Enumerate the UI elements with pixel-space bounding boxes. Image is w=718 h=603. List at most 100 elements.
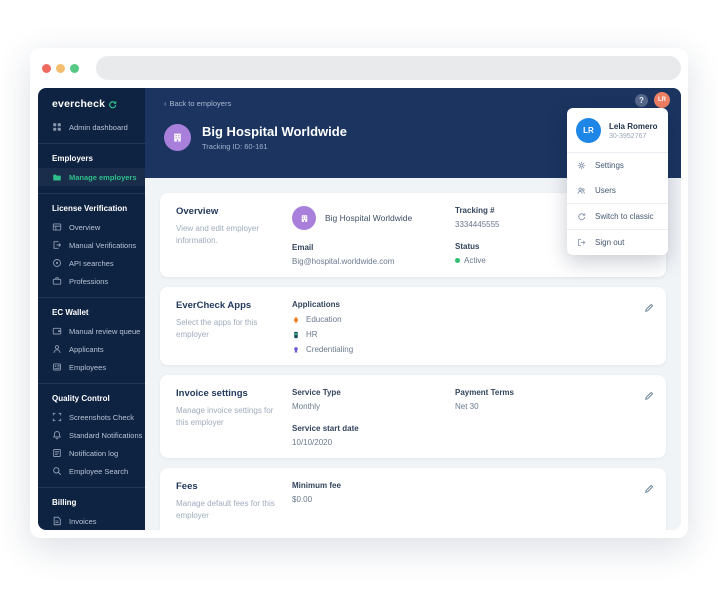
- apps-card: EverCheck Apps Select the apps for this …: [160, 287, 666, 365]
- switch-refresh-icon: [577, 212, 586, 221]
- menu-item-sign-out[interactable]: Sign out: [567, 230, 668, 255]
- users-icon: [577, 186, 586, 195]
- sidebar-item-applicants[interactable]: Applicants: [38, 340, 145, 358]
- sidebar-item-label: Employee Search: [69, 467, 128, 476]
- help-icon[interactable]: ?: [635, 94, 648, 107]
- edit-fees-button[interactable]: [644, 481, 654, 530]
- edit-invoice-button[interactable]: [644, 388, 654, 447]
- app-label: Credentialing: [306, 345, 353, 354]
- invoice-card-right: Payment Terms Net 30: [455, 388, 640, 447]
- page-canvas: evercheck Admin dashboard: [0, 0, 718, 603]
- sidebar-section-employers: Employers Manage employers: [38, 143, 145, 186]
- sidebar-item-standard-notifications[interactable]: Standard Notifications: [38, 426, 145, 444]
- menu-item-users[interactable]: Users: [567, 178, 668, 203]
- pencil-icon: [644, 303, 654, 313]
- sidebar-item-admin-dashboard[interactable]: Admin dashboard: [38, 118, 145, 136]
- service-start-date-field: Service start date 10/10/2020: [292, 424, 455, 447]
- card-title: EverCheck Apps: [176, 300, 292, 311]
- overview-card-left: Overview View and edit employer informat…: [176, 206, 292, 266]
- overview-card-middle: Big Hospital Worldwide Email Big@hospita…: [292, 206, 455, 266]
- page-title: Big Hospital Worldwide: [202, 124, 347, 139]
- menu-item-settings[interactable]: Settings: [567, 153, 668, 178]
- app-label: Education: [306, 315, 342, 324]
- wallet-icon: [52, 326, 62, 336]
- section-label: Employers: [38, 150, 145, 168]
- menu-item-switch-to-classic[interactable]: Switch to classic: [567, 204, 668, 229]
- invoice-settings-card: Invoice settings Manage invoice settings…: [160, 375, 666, 458]
- payment-terms-field: Payment Terms Net 30: [455, 388, 640, 411]
- user-dropdown-menu: LR Lela Romero 30-3952767 Settings: [567, 108, 668, 255]
- edit-apps-button[interactable]: [644, 300, 654, 354]
- pencil-icon: [644, 391, 654, 401]
- section-label: EC Wallet: [38, 304, 145, 322]
- service-type-field: Service Type Monthly: [292, 388, 455, 411]
- app-label: HR: [306, 330, 318, 339]
- sidebar-section-quality-control: Quality Control Screenshots Check Standa…: [38, 383, 145, 480]
- menu-item-label: Sign out: [595, 238, 624, 247]
- sidebar-item-professions[interactable]: Professions: [38, 272, 145, 290]
- sidebar-item-label: Notification log: [69, 449, 118, 458]
- briefcase-icon: [52, 276, 62, 286]
- sidebar-item-employee-search[interactable]: Employee Search: [38, 462, 145, 480]
- fees-card-left: Fees Manage default fees for this employ…: [176, 481, 292, 530]
- exit-door-icon: [52, 240, 62, 250]
- sidebar-item-manual-verifications[interactable]: Manual Verifications: [38, 236, 145, 254]
- building-icon: [299, 213, 310, 224]
- card-description: Manage default fees for this employer: [176, 498, 276, 523]
- refresh-icon: [108, 100, 117, 109]
- sidebar-item-employees[interactable]: Employees: [38, 358, 145, 376]
- tracking-id: Tracking ID: 60-161: [202, 142, 347, 151]
- building-icon: [171, 131, 184, 144]
- app-item-hr: HR: [292, 330, 455, 339]
- apps-card-middle: Applications Education: [292, 300, 455, 354]
- user-avatar-button[interactable]: LR: [654, 92, 670, 108]
- apps-card-left: EverCheck Apps Select the apps for this …: [176, 300, 292, 354]
- card-description: View and edit employer information.: [176, 223, 276, 248]
- field-label: Service start date: [292, 424, 455, 433]
- url-bar[interactable]: [96, 56, 681, 80]
- field-label: Minimum fee: [292, 481, 455, 490]
- invoice-card-middle: Service Type Monthly Service start date …: [292, 388, 455, 447]
- card-title: Fees: [176, 481, 292, 492]
- applications-label: Applications: [292, 300, 455, 309]
- sidebar-section-ec-wallet: EC Wallet Manual review queue A: [38, 297, 145, 376]
- screenshot-icon: [52, 412, 62, 422]
- chevron-left-icon: ‹: [164, 99, 167, 108]
- field-value: 10/10/2020: [292, 438, 455, 447]
- search-icon: [52, 466, 62, 476]
- app-frame: evercheck Admin dashboard: [38, 88, 681, 530]
- sidebar-item-invoices[interactable]: Invoices: [38, 512, 145, 530]
- field-value: $0.00: [292, 495, 455, 504]
- traffic-light-minimize[interactable]: [56, 64, 65, 73]
- back-to-employers-link[interactable]: ‹Back to employers: [164, 99, 231, 108]
- sidebar-item-api-searches[interactable]: API searches: [38, 254, 145, 272]
- sidebar-item-label: Manual review queue: [69, 327, 140, 336]
- user-menu-header: LR Lela Romero 30-3952767: [567, 108, 668, 152]
- hr-badge-icon: [292, 331, 300, 339]
- app-item-education: Education: [292, 315, 455, 324]
- sidebar-item-label: Invoices: [69, 517, 97, 526]
- field-label: Service Type: [292, 388, 455, 397]
- traffic-light-close[interactable]: [42, 64, 51, 73]
- traffic-light-zoom[interactable]: [70, 64, 79, 73]
- field-value: Monthly: [292, 402, 455, 411]
- sidebar-item-label: Screenshots Check: [69, 413, 134, 422]
- sidebar-item-label: Professions: [69, 277, 108, 286]
- folder-icon: [52, 172, 62, 182]
- gear-icon: [577, 161, 586, 170]
- status-dot-icon: [455, 258, 460, 263]
- sidebar-item-overview[interactable]: Overview: [38, 218, 145, 236]
- browser-window: evercheck Admin dashboard: [30, 48, 688, 538]
- invoice-card-left: Invoice settings Manage invoice settings…: [176, 388, 292, 447]
- sidebar-item-label: API searches: [69, 259, 114, 268]
- education-flame-icon: [292, 316, 300, 324]
- sidebar-item-screenshots-check[interactable]: Screenshots Check: [38, 408, 145, 426]
- sidebar-item-notification-log[interactable]: Notification log: [38, 444, 145, 462]
- sidebar-item-manage-employers[interactable]: Manage employers: [38, 168, 145, 186]
- log-icon: [52, 448, 62, 458]
- card-description: Select the apps for this employer: [176, 317, 276, 342]
- field-label: Email: [292, 243, 455, 252]
- id-badge-icon: [52, 362, 62, 372]
- logo-text: evercheck: [52, 98, 105, 110]
- sidebar-item-manual-review-queue[interactable]: Manual review queue: [38, 322, 145, 340]
